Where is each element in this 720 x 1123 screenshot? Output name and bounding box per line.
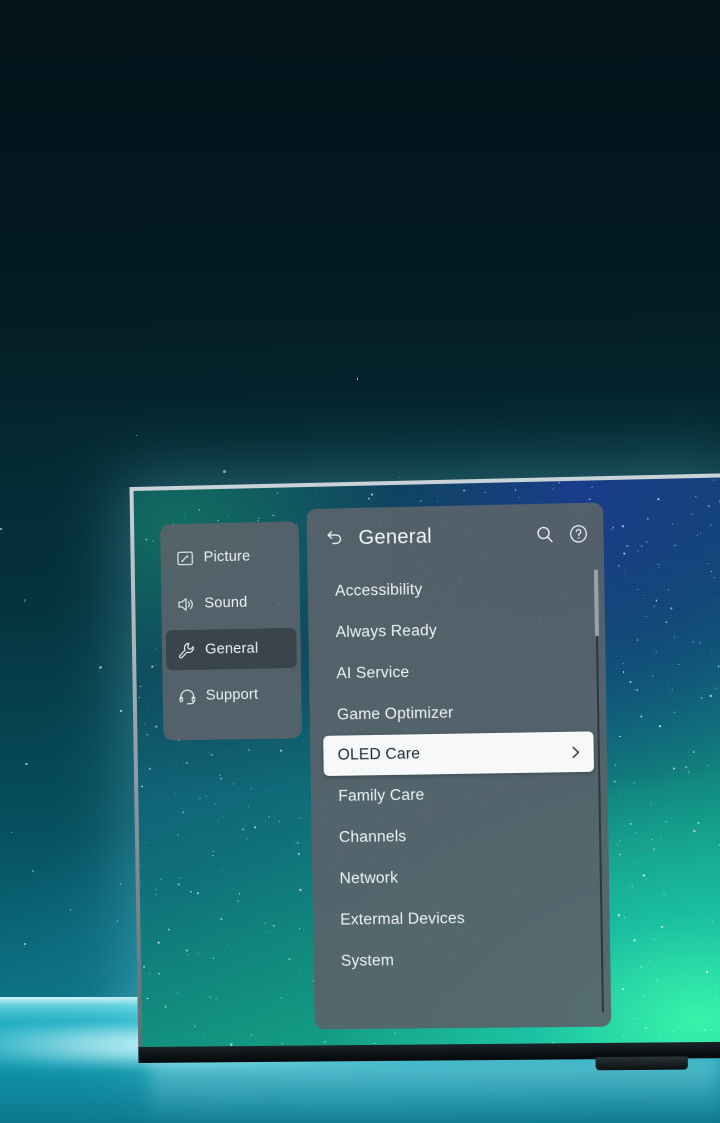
sidebar-item-label: Support bbox=[205, 686, 259, 704]
list-item-label: Channels bbox=[338, 827, 407, 846]
sidebar-item-support[interactable]: Support bbox=[166, 674, 297, 716]
settings-category-rail: Picture Sound General Support bbox=[160, 521, 303, 741]
settings-item-list[interactable]: Accessibility Always Ready AI Service Game … bbox=[307, 563, 610, 982]
sidebar-item-label: General bbox=[204, 640, 259, 658]
sidebar-item-label: Picture bbox=[203, 548, 251, 566]
list-item[interactable]: Accessibility bbox=[321, 565, 592, 612]
list-item[interactable]: Extermal Devices bbox=[326, 896, 597, 941]
picture-icon bbox=[175, 548, 194, 567]
list-item[interactable]: Network bbox=[325, 855, 596, 900]
list-item-label: Always Ready bbox=[335, 621, 438, 641]
list-item[interactable]: OLED Care bbox=[323, 731, 595, 777]
list-item-label: Accessibility bbox=[334, 580, 423, 600]
chevron-right-icon bbox=[568, 744, 584, 759]
wrench-icon bbox=[177, 640, 196, 659]
television: Picture Sound General Support General Ac… bbox=[129, 473, 720, 1071]
list-item[interactable]: AI Service bbox=[322, 648, 593, 694]
back-arrow-icon[interactable] bbox=[323, 527, 346, 550]
wall-top-vignette bbox=[0, 0, 720, 430]
list-item-label: AI Service bbox=[336, 663, 410, 682]
tv-screen: Picture Sound General Support General Ac… bbox=[133, 477, 720, 1047]
list-item[interactable]: System bbox=[326, 938, 597, 982]
list-item[interactable]: Always Ready bbox=[321, 607, 592, 654]
speaker-icon bbox=[176, 594, 195, 613]
list-item-label: Extermal Devices bbox=[340, 909, 465, 929]
list-item-label: OLED Care bbox=[337, 745, 421, 764]
list-item-label: Family Care bbox=[338, 786, 425, 805]
list-item[interactable]: Game Optimizer bbox=[323, 690, 594, 736]
general-settings-panel: General Accessibility Always Ready AI Se… bbox=[306, 502, 612, 1030]
headset-icon bbox=[178, 686, 197, 705]
search-icon[interactable] bbox=[534, 523, 556, 545]
sidebar-item-general[interactable]: General bbox=[165, 627, 297, 671]
sidebar-item-label: Sound bbox=[204, 594, 248, 612]
help-circle-icon[interactable] bbox=[568, 522, 590, 544]
list-item-label: Network bbox=[339, 869, 399, 887]
sidebar-item-picture[interactable]: Picture bbox=[164, 535, 295, 578]
panel-header: General bbox=[306, 502, 604, 569]
list-item[interactable]: Family Care bbox=[324, 772, 595, 817]
list-item[interactable]: Channels bbox=[324, 813, 595, 858]
tv-stand bbox=[595, 1056, 688, 1071]
tv-product-scene: Picture Sound General Support General Ac… bbox=[0, 0, 720, 1123]
page-title: General bbox=[358, 524, 433, 549]
sidebar-item-sound[interactable]: Sound bbox=[165, 582, 296, 625]
list-item-label: Game Optimizer bbox=[336, 703, 454, 724]
list-item-label: System bbox=[340, 951, 395, 970]
tv-bezel: Picture Sound General Support General Ac… bbox=[129, 473, 720, 1071]
